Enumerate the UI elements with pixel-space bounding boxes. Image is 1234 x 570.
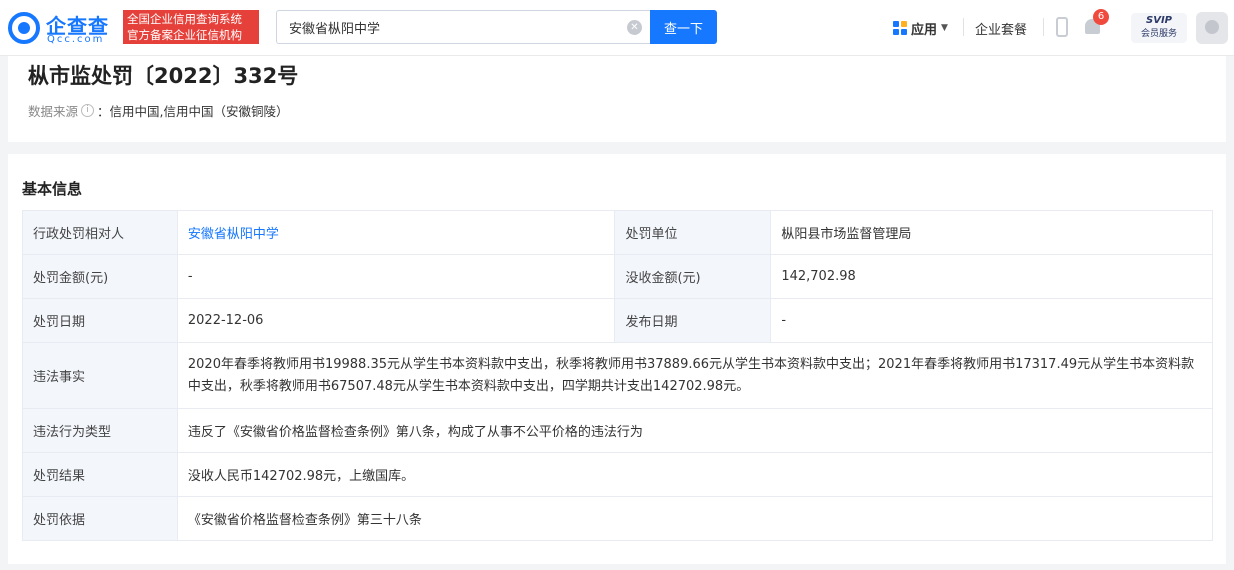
page-title: 枞市监处罚〔2022〕332号 xyxy=(28,64,299,88)
logo-icon xyxy=(8,12,40,44)
table-row: 处罚金额(元) - 没收金额(元) 142,702.98 xyxy=(22,254,1213,299)
section-title: 基本信息 xyxy=(22,180,83,198)
notification-count: 6 xyxy=(1093,9,1109,25)
table-row: 处罚结果 没收人民币142702.98元，上缴国库。 xyxy=(22,452,1214,497)
row-label: 处罚依据 xyxy=(22,496,178,541)
row-label: 行政处罚相对人 xyxy=(22,210,178,255)
row-value: - xyxy=(176,254,616,299)
table-row: 违法事实 2020年春季将教师用书19988.35元从学生书本资料款中支出，秋季… xyxy=(22,342,1214,409)
row-label: 没收金额(元) xyxy=(614,254,772,299)
caret-down-icon: ▼ xyxy=(941,23,948,33)
basic-info-card: 基本信息 行政处罚相对人 安徽省枞阳中学 处罚单位 枞阳县市场监督管理局 处罚金… xyxy=(8,154,1226,564)
party-link[interactable]: 安徽省枞阳中学 xyxy=(188,227,279,242)
search-button[interactable]: 查一下 xyxy=(650,10,717,44)
badge-line-2: 官方备案企业征信机构 xyxy=(127,28,242,42)
penalty-basis: 《安徽省价格监督检查条例》第三十八条 xyxy=(176,496,1214,541)
basic-info-table: 行政处罚相对人 安徽省枞阳中学 处罚单位 枞阳县市场监督管理局 处罚金额(元) … xyxy=(22,210,1214,541)
svip-button[interactable]: SVIP 会员服务 xyxy=(1131,13,1187,43)
nav-divider xyxy=(963,18,964,36)
search-input[interactable] xyxy=(289,11,619,43)
svip-sub-label: 会员服务 xyxy=(1140,29,1177,39)
table-row: 行政处罚相对人 安徽省枞阳中学 处罚单位 枞阳县市场监督管理局 xyxy=(22,210,1213,255)
svip-label: SVIP xyxy=(1146,15,1172,26)
search-box: ✕ xyxy=(276,10,650,44)
badge-line-1: 全国企业信用查询系统 xyxy=(127,12,242,26)
logo[interactable]: 企查查 Qcc.com xyxy=(8,10,120,46)
table-row: 处罚依据 《安徽省价格监督检查条例》第三十八条 xyxy=(22,496,1214,541)
apps-grid-icon xyxy=(893,21,907,35)
top-header: 企查查 Qcc.com 全国企业信用查询系统 官方备案企业征信机构 ✕ 查一下 … xyxy=(0,0,1234,56)
penalty-result: 没收人民币142702.98元，上缴国库。 xyxy=(176,452,1214,497)
row-label: 处罚日期 xyxy=(22,298,178,343)
logo-domain: Qcc.com xyxy=(47,34,105,45)
row-value: - xyxy=(770,298,1213,343)
row-label: 处罚单位 xyxy=(614,210,772,255)
table-row: 处罚日期 2022-12-06 发布日期 - xyxy=(22,298,1213,343)
title-card: 枞市监处罚〔2022〕332号 数据来源 i ： 信用中国,信用中国（安徽铜陵） xyxy=(8,56,1226,142)
row-value: 安徽省枞阳中学 xyxy=(176,210,616,255)
row-label: 处罚金额(元) xyxy=(22,254,178,299)
row-label: 处罚结果 xyxy=(22,452,178,497)
source-value: 信用中国,信用中国（安徽铜陵） xyxy=(109,104,289,119)
nav-apps[interactable]: 应用 ▼ xyxy=(893,18,948,38)
row-label: 发布日期 xyxy=(614,298,772,343)
source-separator: ： xyxy=(97,104,110,119)
row-label: 违法行为类型 xyxy=(22,408,178,453)
info-icon[interactable]: i xyxy=(81,104,95,117)
row-value: 枞阳县市场监督管理局 xyxy=(770,210,1213,255)
nav-enterprise-suite[interactable]: 企业套餐 xyxy=(975,19,1027,38)
violation-facts: 2020年春季将教师用书19988.35元从学生书本资料款中支出，秋季将教师用书… xyxy=(176,342,1214,409)
mobile-icon[interactable] xyxy=(1056,17,1068,37)
credit-badge: 全国企业信用查询系统 官方备案企业征信机构 xyxy=(123,10,259,44)
table-row: 违法行为类型 违反了《安徽省价格监督检查条例》第八条，构成了从事不公平价格的违法… xyxy=(22,408,1214,453)
clear-icon[interactable]: ✕ xyxy=(627,20,642,35)
source-label: 数据来源 xyxy=(28,104,79,119)
violation-type: 违反了《安徽省价格监督检查条例》第八条，构成了从事不公平价格的违法行为 xyxy=(176,408,1214,453)
data-source: 数据来源 i ： 信用中国,信用中国（安徽铜陵） xyxy=(28,101,289,120)
nav-apps-label: 应用 xyxy=(911,22,938,38)
avatar[interactable] xyxy=(1196,12,1228,44)
row-value: 142,702.98 xyxy=(770,254,1213,299)
row-value: 2022-12-06 xyxy=(176,298,616,343)
row-label: 违法事实 xyxy=(22,342,178,409)
nav-divider xyxy=(1043,18,1044,36)
